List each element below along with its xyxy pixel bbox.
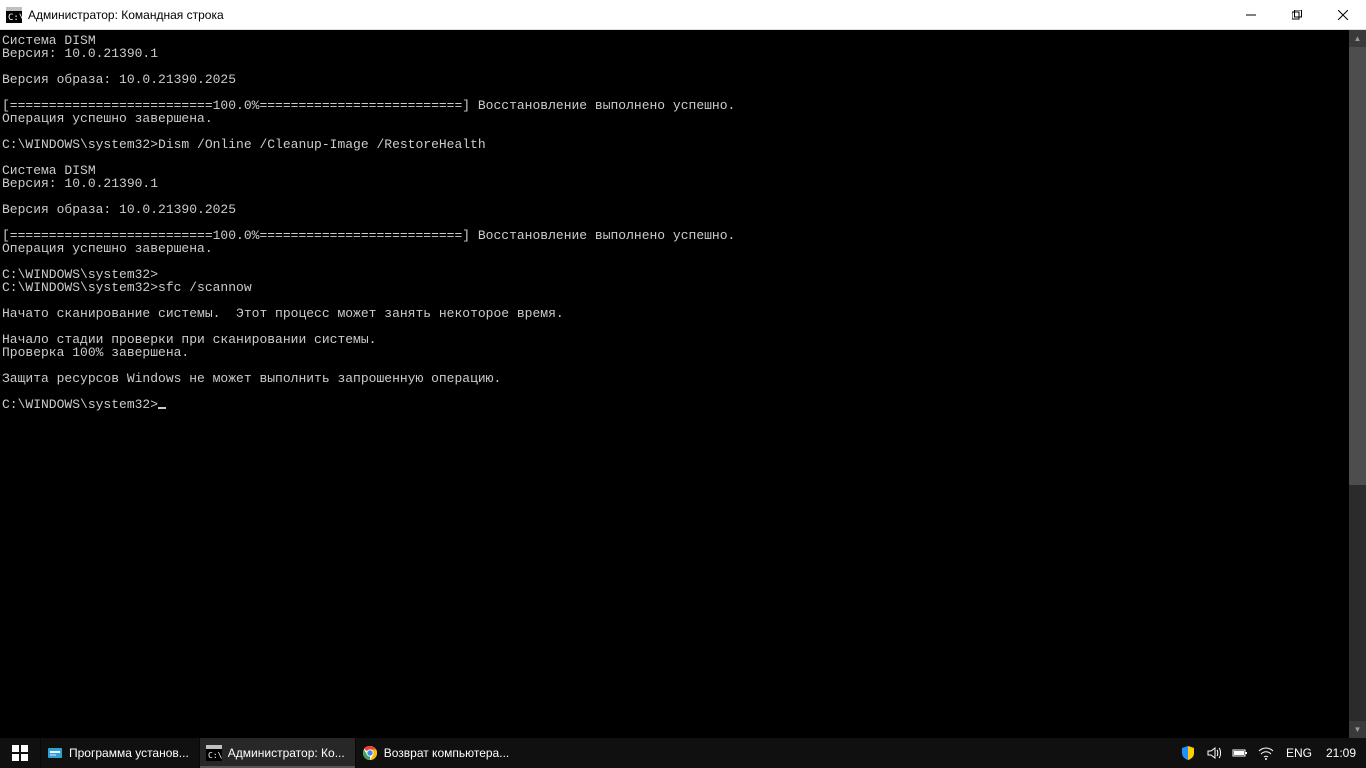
installer-icon <box>47 745 63 761</box>
volume-icon[interactable] <box>1206 745 1222 761</box>
console-line: C:\WINDOWS\system32>Dism /Online /Cleanu… <box>2 138 1347 151</box>
console-prompt[interactable]: C:\WINDOWS\system32> <box>2 398 1347 411</box>
console-line: Операция успешно завершена. <box>2 242 1347 255</box>
minimize-button[interactable] <box>1228 0 1274 29</box>
console-line <box>2 151 1347 164</box>
console-line: Версия образа: 10.0.21390.2025 <box>2 73 1347 86</box>
console-line: Версия: 10.0.21390.1 <box>2 47 1347 60</box>
close-button[interactable] <box>1320 0 1366 29</box>
wifi-icon[interactable] <box>1258 745 1274 761</box>
vertical-scrollbar[interactable]: ▲ ▼ <box>1349 30 1366 738</box>
console-line: Начато сканирование системы. Этот процес… <box>2 307 1347 320</box>
taskbar: Программа установ... C:\ Администратор: … <box>0 738 1366 768</box>
console-line: Операция успешно завершена. <box>2 112 1347 125</box>
taskbar-item-chrome[interactable]: Возврат компьютера... <box>355 738 520 768</box>
console-line: Проверка 100% завершена. <box>2 346 1347 359</box>
maximize-button[interactable] <box>1274 0 1320 29</box>
taskbar-item-cmd[interactable]: C:\ Администратор: Ко... <box>199 738 355 768</box>
console-line: Защита ресурсов Windows не может выполни… <box>2 372 1347 385</box>
console-area: Система DISMВерсия: 10.0.21390.1Версия о… <box>0 30 1366 738</box>
cmd-icon: C:\ <box>206 745 222 761</box>
svg-text:C:\: C:\ <box>8 13 22 23</box>
taskbar-item-installer[interactable]: Программа установ... <box>40 738 199 768</box>
scroll-up-button[interactable]: ▲ <box>1349 30 1366 47</box>
scroll-thumb[interactable] <box>1349 47 1366 485</box>
taskbar-item-label: Программа установ... <box>69 746 189 760</box>
taskbar-item-label: Возврат компьютера... <box>384 746 510 760</box>
command-prompt-window: C:\ Администратор: Командная строка Сист… <box>0 0 1366 738</box>
console-line: Система DISM <box>2 34 1347 47</box>
security-icon[interactable] <box>1180 745 1196 761</box>
console-line <box>2 255 1347 268</box>
window-titlebar[interactable]: C:\ Администратор: Командная строка <box>0 0 1366 30</box>
start-button[interactable] <box>0 738 40 768</box>
console-line: Версия: 10.0.21390.1 <box>2 177 1347 190</box>
system-tray: ENG 21:09 <box>1174 738 1366 768</box>
scroll-track[interactable] <box>1349 47 1366 721</box>
console-line: Система DISM <box>2 164 1347 177</box>
scroll-down-button[interactable]: ▼ <box>1349 721 1366 738</box>
taskbar-item-label: Администратор: Ко... <box>228 746 345 760</box>
language-indicator[interactable]: ENG <box>1286 746 1312 760</box>
console-line: C:\WINDOWS\system32>sfc /scannow <box>2 281 1347 294</box>
cursor <box>158 407 166 409</box>
svg-text:C:\: C:\ <box>208 751 222 760</box>
window-title: Администратор: Командная строка <box>28 8 224 22</box>
clock[interactable]: 21:09 <box>1326 746 1356 760</box>
console-line: Начало стадии проверки при сканировании … <box>2 333 1347 346</box>
console-output[interactable]: Система DISMВерсия: 10.0.21390.1Версия о… <box>0 30 1349 738</box>
console-line <box>2 385 1347 398</box>
console-line: Версия образа: 10.0.21390.2025 <box>2 203 1347 216</box>
battery-icon[interactable] <box>1232 745 1248 761</box>
chrome-icon <box>362 745 378 761</box>
window-controls <box>1228 0 1366 29</box>
cmd-icon: C:\ <box>6 7 22 23</box>
